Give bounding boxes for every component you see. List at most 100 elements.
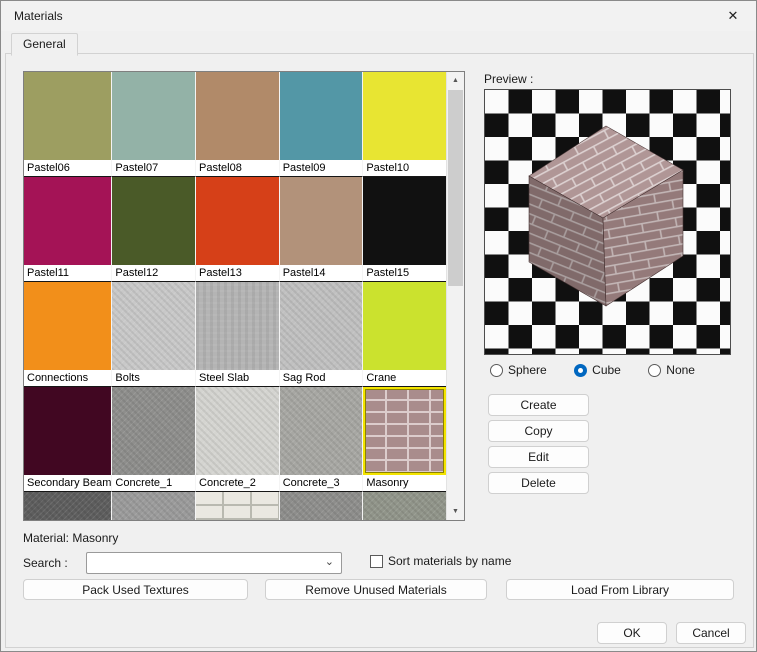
pack-used-textures-button[interactable]: Pack Used Textures bbox=[23, 579, 248, 600]
radio-none[interactable]: None bbox=[648, 363, 695, 377]
material-item-sag-rod[interactable]: Sag Rod bbox=[280, 282, 364, 387]
material-item-pastel12[interactable]: Pastel12 bbox=[112, 177, 196, 282]
cancel-button[interactable]: Cancel bbox=[676, 622, 746, 644]
radio-icon[interactable] bbox=[574, 364, 587, 377]
checkbox-icon[interactable] bbox=[370, 555, 383, 568]
material-swatch[interactable] bbox=[280, 492, 363, 520]
material-name: Pastel14 bbox=[280, 265, 363, 281]
material-swatch[interactable] bbox=[24, 282, 111, 370]
edit-button[interactable]: Edit bbox=[488, 446, 589, 468]
material-item-pastel07[interactable]: Pastel07 bbox=[112, 72, 196, 177]
load-from-library-button[interactable]: Load From Library bbox=[506, 579, 734, 600]
material-swatch[interactable] bbox=[112, 492, 195, 520]
material-item-pastel09[interactable]: Pastel09 bbox=[280, 72, 364, 177]
material-swatch[interactable] bbox=[112, 282, 195, 370]
scrollbar-thumb[interactable] bbox=[448, 90, 463, 286]
search-input[interactable] bbox=[89, 554, 323, 574]
material-item-concrete-2[interactable]: Concrete_2 bbox=[196, 387, 280, 492]
material-name: Steel Slab bbox=[196, 370, 279, 386]
material-name: Pastel06 bbox=[24, 160, 111, 176]
radio-sphere[interactable]: Sphere bbox=[490, 363, 547, 377]
material-swatch[interactable] bbox=[363, 282, 446, 370]
material-swatch[interactable] bbox=[363, 72, 446, 160]
material-swatch[interactable] bbox=[196, 72, 279, 160]
material-item-crane[interactable]: Crane bbox=[363, 282, 447, 387]
material-swatch[interactable] bbox=[196, 387, 279, 475]
material-item-pastel13[interactable]: Pastel13 bbox=[196, 177, 280, 282]
material-item-pastel14[interactable]: Pastel14 bbox=[280, 177, 364, 282]
sort-checkbox[interactable]: Sort materials by name bbox=[370, 554, 511, 568]
radio-label: Cube bbox=[592, 363, 621, 377]
chevron-down-icon[interactable]: ⌄ bbox=[325, 555, 334, 568]
tab-general[interactable]: General bbox=[11, 33, 78, 56]
material-swatch[interactable] bbox=[363, 387, 446, 475]
material-swatch[interactable] bbox=[112, 177, 195, 265]
dialog-buttons: OK Cancel bbox=[597, 622, 746, 644]
copy-button[interactable]: Copy bbox=[488, 420, 589, 442]
material-item-steel-slab[interactable]: Steel Slab bbox=[196, 282, 280, 387]
material-swatch[interactable] bbox=[280, 72, 363, 160]
material-item[interactable] bbox=[280, 492, 364, 520]
material-item-bolts[interactable]: Bolts bbox=[112, 282, 196, 387]
scrollbar[interactable]: ▲ ▼ bbox=[446, 72, 464, 520]
radio-icon[interactable] bbox=[648, 364, 661, 377]
material-swatch[interactable] bbox=[24, 387, 111, 475]
material-swatch[interactable] bbox=[280, 282, 363, 370]
material-name: Pastel10 bbox=[363, 160, 446, 176]
close-icon[interactable]: ✕ bbox=[710, 1, 756, 31]
scroll-down-icon[interactable]: ▼ bbox=[447, 503, 464, 520]
delete-button[interactable]: Delete bbox=[488, 472, 589, 494]
material-name: Pastel09 bbox=[280, 160, 363, 176]
create-button[interactable]: Create bbox=[488, 394, 589, 416]
materials-list: Pastel06Pastel07Pastel08Pastel09Pastel10… bbox=[23, 71, 465, 521]
radio-icon[interactable] bbox=[490, 364, 503, 377]
title-bar: Materials ✕ bbox=[1, 1, 756, 31]
material-item[interactable] bbox=[112, 492, 196, 520]
preview-label: Preview : bbox=[484, 72, 533, 86]
material-name: Concrete_1 bbox=[112, 475, 195, 491]
material-swatch[interactable] bbox=[24, 72, 111, 160]
material-swatch[interactable] bbox=[112, 387, 195, 475]
material-item-pastel15[interactable]: Pastel15 bbox=[363, 177, 447, 282]
material-swatch[interactable] bbox=[24, 492, 111, 520]
material-name: Connections bbox=[24, 370, 111, 386]
material-swatch[interactable] bbox=[112, 72, 195, 160]
material-swatch[interactable] bbox=[280, 177, 363, 265]
material-item-masonry[interactable]: Masonry bbox=[363, 387, 447, 492]
material-swatch[interactable] bbox=[196, 492, 279, 520]
material-swatch[interactable] bbox=[363, 492, 446, 520]
search-combobox[interactable]: ⌄ bbox=[86, 552, 342, 574]
material-item-pastel06[interactable]: Pastel06 bbox=[24, 72, 112, 177]
material-swatch[interactable] bbox=[24, 177, 111, 265]
material-item[interactable] bbox=[24, 492, 112, 520]
window-title: Materials bbox=[14, 9, 63, 23]
material-item-connections[interactable]: Connections bbox=[24, 282, 112, 387]
material-item-pastel08[interactable]: Pastel08 bbox=[196, 72, 280, 177]
material-swatch[interactable] bbox=[196, 177, 279, 265]
material-swatch[interactable] bbox=[196, 282, 279, 370]
material-item-concrete-1[interactable]: Concrete_1 bbox=[112, 387, 196, 492]
material-name: Sag Rod bbox=[280, 370, 363, 386]
material-name: Crane bbox=[363, 370, 446, 386]
material-name: Pastel07 bbox=[112, 160, 195, 176]
ok-button[interactable]: OK bbox=[597, 622, 667, 644]
radio-cube[interactable]: Cube bbox=[574, 363, 621, 377]
search-label: Search : bbox=[23, 556, 68, 570]
preview-viewport bbox=[484, 89, 731, 355]
material-swatch[interactable] bbox=[363, 177, 446, 265]
material-item-concrete-3[interactable]: Concrete_3 bbox=[280, 387, 364, 492]
material-item[interactable] bbox=[363, 492, 447, 520]
material-status: Material: Masonry bbox=[23, 531, 118, 545]
material-swatch[interactable] bbox=[280, 387, 363, 475]
material-name: Pastel15 bbox=[363, 265, 446, 281]
material-item-secondary-beam[interactable]: Secondary Beam bbox=[24, 387, 112, 492]
material-name: Concrete_3 bbox=[280, 475, 363, 491]
material-item-pastel10[interactable]: Pastel10 bbox=[363, 72, 447, 177]
material-name: Bolts bbox=[112, 370, 195, 386]
remove-unused-materials-button[interactable]: Remove Unused Materials bbox=[265, 579, 487, 600]
scroll-up-icon[interactable]: ▲ bbox=[447, 72, 464, 89]
sort-checkbox-label: Sort materials by name bbox=[388, 554, 511, 568]
material-item-pastel11[interactable]: Pastel11 bbox=[24, 177, 112, 282]
material-name: Pastel08 bbox=[196, 160, 279, 176]
material-item[interactable] bbox=[196, 492, 280, 520]
